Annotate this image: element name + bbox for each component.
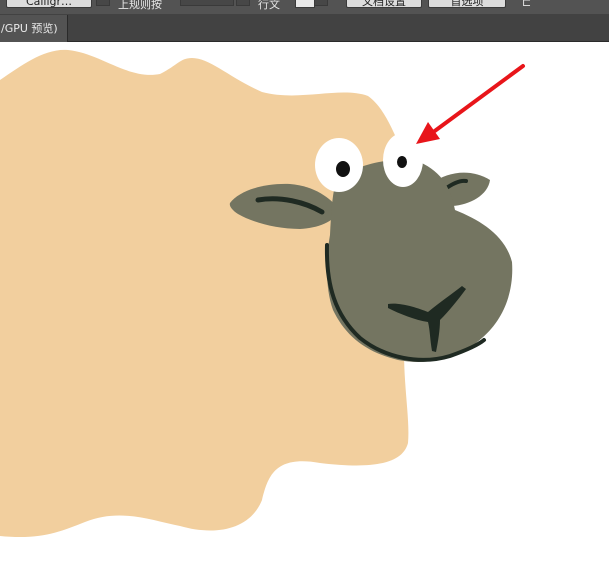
tracking-input[interactable] xyxy=(180,0,234,6)
font-selector-button[interactable]: Calligr… xyxy=(6,0,92,8)
document-tab[interactable]: /GPU 预览) xyxy=(0,15,68,42)
align-label: 上规则按 xyxy=(118,0,162,11)
swatch-dropdown[interactable] xyxy=(314,0,328,6)
color-swatch[interactable] xyxy=(295,0,315,8)
tracking-dropdown[interactable] xyxy=(236,0,250,6)
red-arrow-icon xyxy=(416,64,525,144)
font-dropdown-field[interactable] xyxy=(96,0,110,6)
panel-menu-icon[interactable]: ⊏ xyxy=(522,0,531,9)
preferences-button[interactable]: 首选项 xyxy=(428,0,506,8)
artboard-canvas[interactable] xyxy=(0,42,609,586)
sheep-illustration xyxy=(0,49,525,538)
document-tab-bar: /GPU 预览) xyxy=(0,14,609,42)
text-label: 行文 xyxy=(258,0,280,11)
document-setup-button[interactable]: 文档设置 xyxy=(346,0,422,8)
sheep-right-pupil xyxy=(397,156,407,168)
control-bar: Calligr… 上规则按 行文 文档设置 首选项 ⊏ xyxy=(0,0,609,14)
sheep-left-pupil xyxy=(336,161,350,177)
